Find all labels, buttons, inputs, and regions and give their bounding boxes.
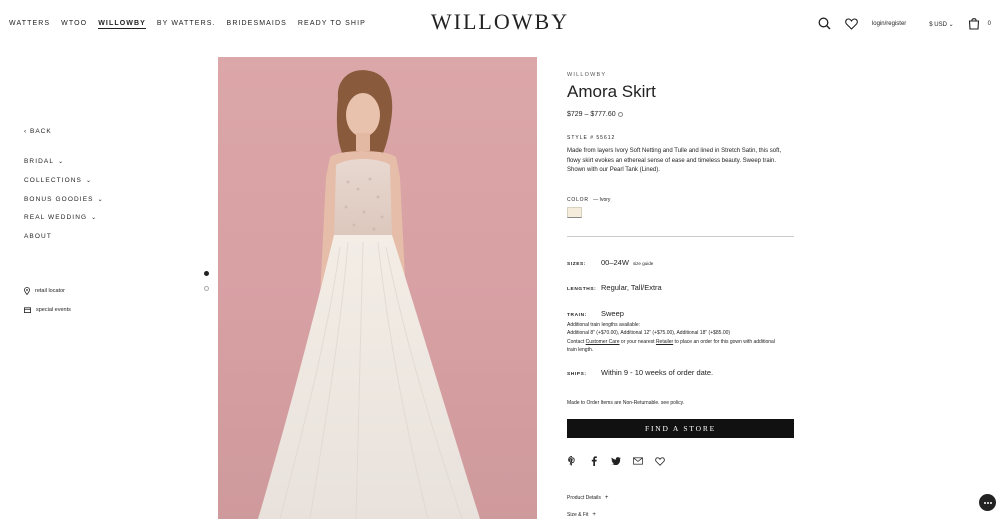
color-label: COLOR [567, 196, 589, 203]
color-row: COLOR — Ivory [567, 197, 794, 203]
twitter-icon[interactable] [611, 456, 621, 466]
special-events-link[interactable]: special events [24, 300, 71, 319]
nav-by-watters[interactable]: BY WATTERS. [157, 20, 216, 29]
calendar-icon [24, 306, 31, 313]
back-link[interactable]: ‹ BACK [24, 128, 52, 135]
menu-label: REAL WEDDING [24, 214, 88, 222]
chevron-down-icon: ⌄ [91, 215, 98, 222]
sizes-value: 00–24W [601, 258, 629, 267]
nav-ready-to-ship[interactable]: READY TO SHIP [298, 20, 366, 29]
side-menu-bridal[interactable]: BRIDAL ⌄ [24, 158, 104, 177]
plus-icon: + [592, 512, 596, 518]
side-menu: BRIDAL ⌄ COLLECTIONS ⌄ BONUS GOODIES ⌄ REAL… [24, 158, 104, 252]
side-links: retail locator special events [24, 281, 71, 319]
accordion-label: Size & Fit [567, 512, 589, 518]
nav-wtoo[interactable]: WTOO [61, 20, 87, 29]
retail-locator-label: retail locator [35, 287, 65, 294]
chevron-down-icon: ⌄ [85, 177, 93, 184]
accordion-size-fit[interactable]: Size & Fit + [567, 512, 596, 518]
find-a-store-button[interactable]: FIND A STORE [567, 419, 794, 438]
lengths-row: LENGTHS: Regular, Tall/Extra [567, 283, 662, 292]
train-note-line: Additional train lengths available: [567, 322, 641, 328]
lengths-value: Regular, Tall/Extra [601, 283, 662, 292]
site-header: WATTERS WTOO WILLOWBY BY WATTERS. BRIDES… [0, 0, 1000, 50]
share-row [567, 456, 677, 466]
back-label: BACK [29, 128, 52, 135]
train-note-text: or your nearest [619, 338, 656, 345]
divider [567, 235, 794, 237]
sizes-label: SIZES: [567, 262, 587, 267]
product-info: WILLOWBY Amora Skirt $729 – $777.60 STYL… [567, 72, 794, 237]
model-wearing-skirt-image [258, 70, 480, 519]
pinterest-icon[interactable] [567, 456, 577, 466]
chevron-down-icon: ⌄ [58, 159, 65, 165]
gallery-dot-1[interactable] [204, 271, 209, 276]
product-brand[interactable]: WILLOWBY [567, 72, 794, 78]
currency-selector[interactable]: $ USD ⌄ [929, 21, 953, 28]
chevron-down-icon: ⌄ [97, 196, 104, 203]
product-title: Amora Skirt [567, 82, 656, 101]
nav-bridesmaids[interactable]: BRIDESMAIDS [227, 20, 287, 29]
header-actions: login/register $ USD ⌄ 0 [818, 17, 991, 31]
menu-label: COLLECTIONS [24, 176, 82, 184]
side-menu-collections[interactable]: COLLECTIONS ⌄ [24, 177, 104, 196]
product-photo [218, 57, 537, 519]
style-number: STYLE # 55612 [567, 135, 616, 141]
side-menu-real-wedding[interactable]: REAL WEDDING ⌄ [24, 214, 104, 233]
special-events-label: special events [36, 306, 71, 313]
email-icon[interactable] [633, 456, 643, 466]
accordion-product-details[interactable]: Product Details + [567, 495, 608, 501]
train-note-line: Additional 8" (+$70.00), Additional 12" … [567, 330, 731, 337]
size-guide-link[interactable]: size guide [633, 261, 653, 266]
plus-icon: + [604, 495, 609, 501]
train-value: Sweep [601, 309, 624, 318]
train-row: TRAIN: Sweep [567, 309, 624, 318]
shopping-bag-icon[interactable] [968, 17, 982, 31]
color-value: — Ivory [593, 196, 611, 203]
ships-row: SHIPS: Within 9 - 10 weeks of order date… [567, 368, 713, 377]
train-note-text: Contact [567, 338, 586, 345]
nav-willowby[interactable]: WILLOWBY [98, 20, 146, 29]
login-register-link[interactable]: login/register [872, 21, 906, 27]
cart-count[interactable]: 0 [988, 21, 991, 27]
ships-label: SHIPS: [567, 372, 587, 377]
menu-label: BONUS GOODIES [24, 195, 94, 203]
retail-locator-link[interactable]: retail locator [24, 281, 71, 300]
retailer-link[interactable]: Retailer [656, 339, 673, 345]
product-description: Made from layers Ivory Soft Netting and … [567, 148, 782, 173]
gallery-dot-2[interactable] [204, 286, 209, 291]
brand-logo[interactable]: WILLOWBY [424, 9, 576, 35]
lengths-label: LENGTHS: [567, 287, 597, 292]
train-note: Additional train lengths available: Addi… [567, 321, 777, 355]
currency-label: $ USD [929, 21, 947, 28]
nav-watters[interactable]: WATTERS [9, 20, 50, 29]
menu-label: BRIDAL [24, 158, 55, 165]
non-returnable-note[interactable]: Made to Order Items are Non-Returnable. … [567, 400, 684, 406]
product-price: $729 – $777.60 [567, 111, 794, 118]
train-note-line: Contact Customer Care or your nearest Re… [567, 338, 777, 355]
ships-value: Within 9 - 10 weeks of order date. [601, 368, 714, 377]
wishlist-heart-icon[interactable] [845, 17, 859, 31]
add-to-wishlist-heart-icon[interactable] [655, 456, 665, 466]
top-nav: WATTERS WTOO WILLOWBY BY WATTERS. BRIDES… [9, 20, 377, 29]
side-menu-about[interactable]: ABOUT [24, 233, 104, 252]
menu-label: ABOUT [24, 233, 52, 241]
accordion-label: Product Details [567, 495, 601, 501]
location-pin-icon [24, 286, 30, 295]
facebook-icon[interactable] [589, 456, 599, 466]
chevron-down-icon: ⌄ [948, 21, 954, 28]
customer-care-link[interactable]: Customer Care [586, 339, 620, 345]
info-icon[interactable] [617, 111, 623, 117]
price-value: $729 – $777.60 [567, 111, 616, 118]
search-icon[interactable] [818, 17, 832, 31]
chat-bubble-icon[interactable] [979, 494, 996, 511]
color-swatch-ivory[interactable] [567, 206, 582, 218]
gallery-pagination [204, 271, 209, 301]
train-label: TRAIN: [567, 313, 587, 318]
sizes-row: SIZES: 00–24W size guide [567, 258, 653, 267]
side-menu-bonus-goodies[interactable]: BONUS GOODIES ⌄ [24, 196, 104, 215]
